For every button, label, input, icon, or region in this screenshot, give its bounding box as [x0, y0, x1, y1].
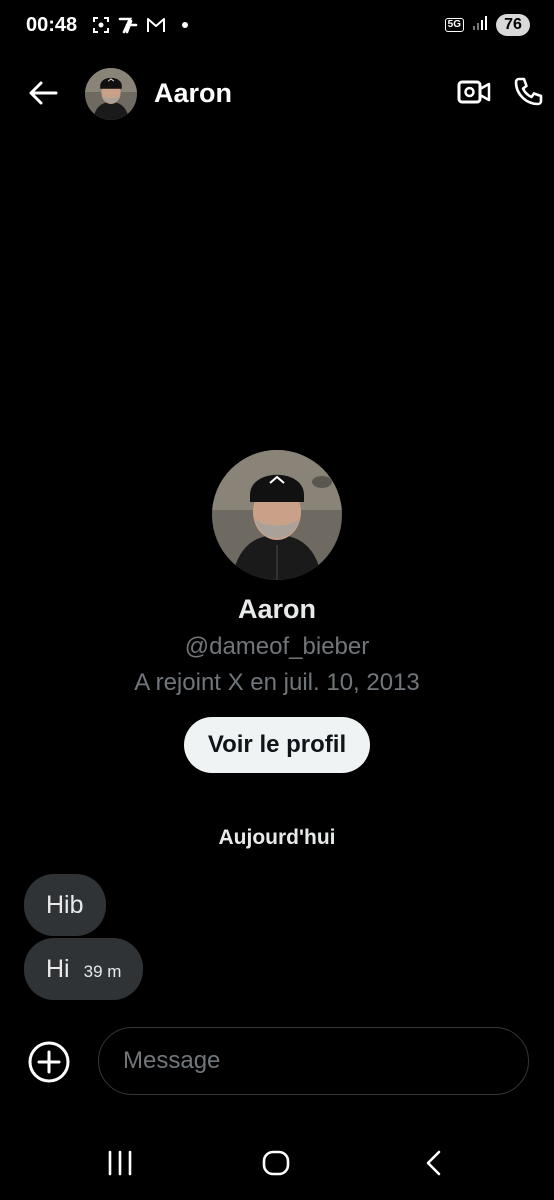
profile-handle: @dameof_bieber — [184, 633, 370, 660]
profile-name: Aaron — [237, 594, 316, 624]
add-attachment-button[interactable] — [26, 1039, 72, 1085]
screenshot-icon — [92, 16, 110, 34]
video-call-button[interactable] — [456, 76, 492, 108]
notification-dot — [182, 22, 188, 28]
message-bubble[interactable]: Hi 39 m — [24, 938, 144, 1000]
status-time: 00:48 — [26, 14, 78, 36]
battery-indicator: 76 — [496, 14, 530, 36]
recent-apps-icon — [108, 1150, 132, 1176]
nav-home-button[interactable] — [260, 1148, 292, 1178]
back-icon — [426, 1150, 441, 1176]
phone-call-button[interactable] — [510, 74, 546, 110]
plus-circle-icon — [28, 1041, 70, 1083]
profile-joined-date: A rejoint X en juil. 10, 2013 — [134, 669, 420, 696]
status-icons-right: 5G 76 — [444, 14, 530, 36]
message-text: Hi — [46, 954, 70, 983]
gmail-icon — [146, 17, 166, 33]
date-separator: Aujourd'hui — [218, 826, 336, 849]
status-icons-left — [92, 16, 188, 34]
back-button[interactable] — [26, 78, 60, 108]
back-arrow-icon — [29, 81, 58, 105]
header-avatar[interactable] — [85, 68, 137, 120]
conversation-header: Aaron — [0, 62, 554, 124]
message-input[interactable] — [98, 1027, 529, 1095]
signal-icon — [472, 15, 488, 36]
phone-icon — [514, 77, 543, 106]
profile-summary: Aaron @dameof_bieber A rejoint X en juil… — [0, 450, 554, 773]
status-bar: 00:48 5G 76 — [0, 0, 554, 52]
home-icon — [262, 1150, 290, 1176]
message-bubble[interactable]: Hib — [24, 874, 106, 936]
nav-back-button[interactable] — [418, 1148, 448, 1178]
video-call-icon — [457, 80, 491, 104]
header-contact-name[interactable]: Aaron — [154, 78, 232, 109]
message-timestamp: 39 m — [83, 962, 122, 981]
nav-recent-apps-button[interactable] — [105, 1148, 135, 1178]
view-profile-button[interactable]: Voir le profil — [183, 717, 371, 773]
profile-avatar[interactable] — [212, 450, 342, 580]
app-icon — [118, 16, 138, 34]
message-text: Hib — [46, 890, 84, 919]
network-badge: 5G — [444, 18, 464, 32]
